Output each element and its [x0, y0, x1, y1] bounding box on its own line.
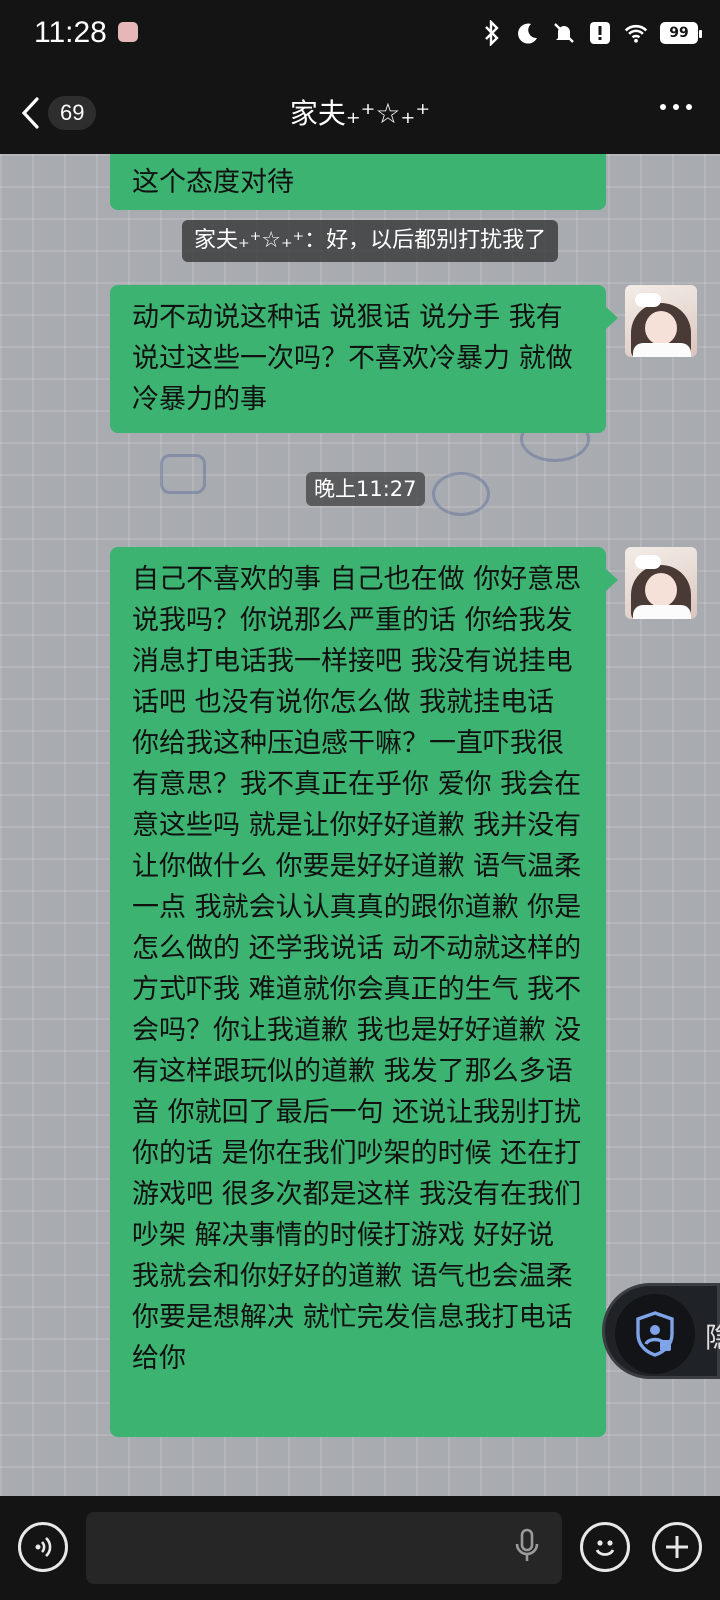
wallpaper-doodle [160, 454, 206, 494]
voice-icon [35, 1537, 52, 1557]
message-text: 动不动说这种话 说狠话 说分手 我有说过这些一次吗？不喜欢冷暴力 就做冷暴力的事 [132, 302, 573, 415]
user-avatar[interactable] [625, 285, 697, 357]
outgoing-message-bubble[interactable]: 这个态度对待 [110, 154, 606, 210]
more-options-button[interactable] [660, 104, 692, 110]
status-bar: 11:28 99 [0, 0, 720, 72]
message-text: 自己不喜欢的事 自己也在做 你好意思说我吗？你说那么严重的话 你给我发消息打电话… [132, 564, 582, 1374]
outgoing-message-bubble[interactable]: 动不动说这种话 说狠话 说分手 我有说过这些一次吗？不喜欢冷暴力 就做冷暴力的事 [110, 285, 618, 433]
avatar-body [633, 343, 691, 357]
plus-icon [666, 1536, 688, 1558]
shield-icon [615, 1294, 695, 1374]
chat-message-list[interactable]: 这个态度对待 家夫₊⁺☆₊⁺：好，以后都别打扰我了 动不动说这种话 说狠话 说分… [0, 154, 720, 1496]
bluetooth-icon [480, 20, 504, 46]
system-notice: 家夫₊⁺☆₊⁺：好，以后都别打扰我了 [182, 220, 559, 262]
smiley-icon [595, 1540, 615, 1556]
user-avatar[interactable] [625, 547, 697, 619]
avatar-bow [635, 293, 661, 307]
system-notice-text: 家夫₊⁺☆₊⁺：好，以后都别打扰我了 [194, 228, 547, 253]
chat-title: 家夫₊⁺☆₊⁺ [289, 97, 431, 130]
alert-icon [588, 20, 612, 46]
avatar-face [645, 311, 677, 345]
emoji-button[interactable] [580, 1522, 630, 1572]
wifi-icon [624, 20, 648, 46]
status-icons: 99 [480, 20, 702, 46]
dot-icon [660, 104, 666, 110]
voice-mode-button[interactable] [18, 1522, 68, 1572]
dot-icon [673, 104, 679, 110]
battery-icon: 99 [660, 22, 702, 44]
avatar-body [633, 605, 691, 619]
bell-muted-icon [552, 20, 576, 46]
outgoing-message-bubble[interactable]: 自己不喜欢的事 自己也在做 你好意思说我吗？你说那么严重的话 你给我发消息打电话… [110, 547, 618, 1437]
input-bar [0, 1496, 720, 1600]
timestamp-label: 晚上11:27 [306, 472, 425, 506]
message-text: 这个态度对待 [132, 167, 294, 198]
wallpaper-doodle [432, 472, 490, 516]
microphone-icon[interactable] [514, 1528, 540, 1568]
notification-app-icon [118, 22, 138, 42]
avatar-bow [635, 555, 661, 569]
dot-icon [686, 104, 692, 110]
chat-header: 69 家夫₊⁺☆₊⁺ [0, 72, 720, 154]
privacy-shield-button[interactable]: 隐 [602, 1283, 720, 1379]
avatar-face [645, 573, 677, 607]
status-time: 11:28 [34, 16, 107, 49]
message-input[interactable] [86, 1512, 562, 1584]
timestamp-text: 晚上11:27 [314, 477, 417, 501]
moon-icon [516, 20, 540, 46]
add-attachment-button[interactable] [652, 1522, 702, 1572]
privacy-label: 隐 [705, 1321, 720, 1354]
